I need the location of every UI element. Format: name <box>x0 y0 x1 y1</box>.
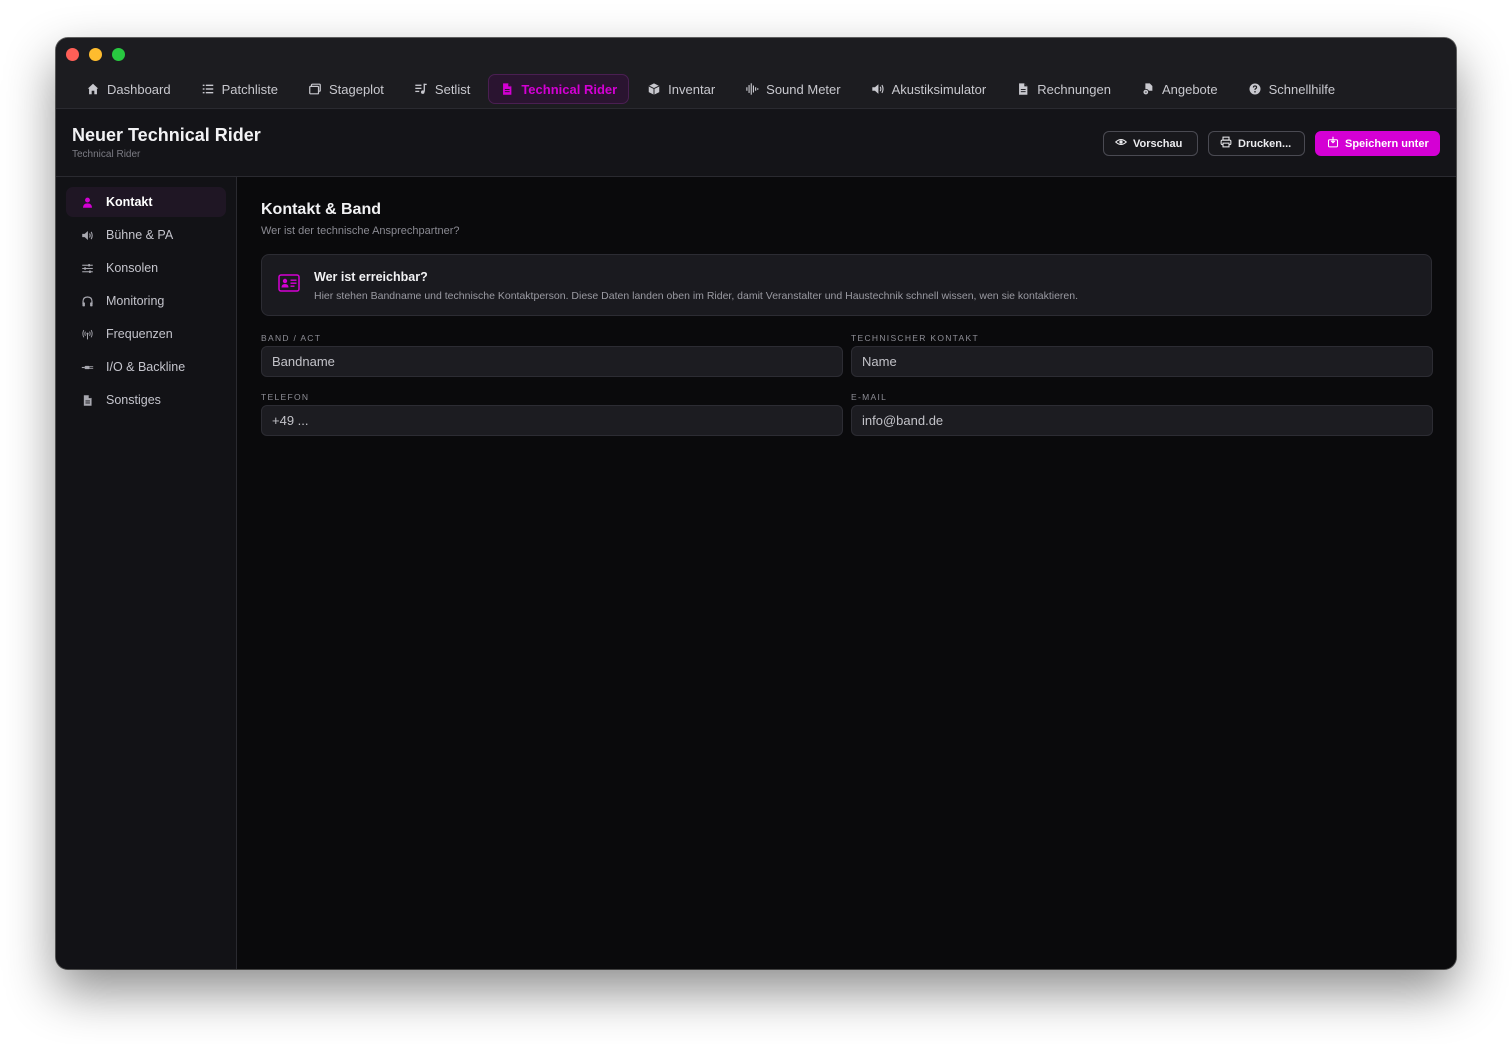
nav-item-sound-meter[interactable]: Sound Meter <box>733 74 852 104</box>
contact-field-label: TECHNISCHER KONTAKT <box>851 333 979 343</box>
speaker-icon <box>80 228 94 242</box>
technical-contact-input[interactable] <box>851 346 1433 377</box>
nav-item-rechnungen[interactable]: Rechnungen <box>1004 74 1123 104</box>
help-icon <box>1248 82 1262 96</box>
sidebar-item-label: Bühne & PA <box>106 228 174 242</box>
band-name-input[interactable] <box>261 346 843 377</box>
sidebar-item-label: Konsolen <box>106 261 159 275</box>
print-button-label: Drucken... <box>1238 137 1292 150</box>
close-window-button[interactable] <box>66 48 79 61</box>
band-field-label: BAND / ACT <box>261 333 322 343</box>
list-icon <box>201 82 215 96</box>
sidebar-item-label: I/O & Backline <box>106 360 186 374</box>
cable-icon <box>80 360 94 374</box>
printer-icon <box>1220 136 1232 151</box>
eye-icon <box>1114 136 1128 151</box>
sidebar-item-konsolen[interactable]: Konsolen <box>66 253 226 283</box>
sidebar-item-label: Monitoring <box>106 294 165 308</box>
document-icon <box>80 393 94 407</box>
sidebar-item-monitoring[interactable]: Monitoring <box>66 286 226 316</box>
zoom-window-button[interactable] <box>112 48 125 61</box>
sidebar-item-sonstiges[interactable]: Sonstiges <box>66 385 226 415</box>
minimize-window-button[interactable] <box>89 48 102 61</box>
save-as-button[interactable]: Speichern unter <box>1315 131 1440 156</box>
offer-icon <box>1141 82 1155 96</box>
section-sidebar: Kontakt Bühne & PA Konsolen Monitoring F… <box>56 177 237 969</box>
home-icon <box>86 82 100 96</box>
save-as-button-label: Speichern unter <box>1345 137 1429 150</box>
nav-item-inventar[interactable]: Inventar <box>635 74 727 104</box>
person-icon <box>80 195 94 209</box>
nav-item-schnellhilfe[interactable]: Schnellhilfe <box>1236 74 1348 104</box>
nav-item-stageplot[interactable]: Stageplot <box>296 74 396 104</box>
top-navigation: Dashboard Patchliste Stageplot Setlist T… <box>56 70 1456 109</box>
contact-card-icon <box>278 274 300 292</box>
sidebar-item-label: Kontakt <box>106 195 153 209</box>
print-button[interactable]: Drucken... <box>1208 131 1305 156</box>
stage-icon <box>308 82 322 96</box>
box-icon <box>647 82 661 96</box>
sidebar-item-label: Sonstiges <box>106 393 161 407</box>
nav-item-label: Akustiksimulator <box>891 81 987 97</box>
speaker-icon <box>871 82 885 96</box>
info-box-text: Hier stehen Bandname und technische Kont… <box>314 290 1079 302</box>
nav-item-label: Dashboard <box>107 81 171 97</box>
invoice-icon <box>1016 82 1030 96</box>
nav-item-patchliste[interactable]: Patchliste <box>189 74 290 104</box>
sidebar-item-frequenzen[interactable]: Frequenzen <box>66 319 226 349</box>
headphones-icon <box>80 294 94 308</box>
section-subtitle: Wer ist der technische Ansprechpartner? <box>261 225 460 237</box>
page-title: Neuer Technical Rider <box>72 125 261 145</box>
info-box: Wer ist erreichbar? Hier stehen Bandname… <box>261 254 1432 316</box>
nav-item-label: Rechnungen <box>1037 81 1111 97</box>
nav-item-akustiksimulator[interactable]: Akustiksimulator <box>859 74 999 104</box>
nav-item-label: Stageplot <box>328 81 384 97</box>
phone-input[interactable] <box>261 405 843 436</box>
music-list-icon <box>414 82 428 96</box>
email-input[interactable] <box>851 405 1433 436</box>
sidebar-item-io-backline[interactable]: I/O & Backline <box>66 352 226 382</box>
page-header: Neuer Technical Rider Technical Rider Vo… <box>56 109 1456 177</box>
nav-item-label: Technical Rider <box>521 81 618 97</box>
nav-item-label: Schnellhilfe <box>1268 81 1336 97</box>
preview-button-label: Vorschau <box>1133 137 1183 150</box>
nav-item-angebote[interactable]: Angebote <box>1129 74 1230 104</box>
antenna-icon <box>80 327 94 341</box>
info-box-title: Wer ist erreichbar? <box>314 270 428 284</box>
sidebar-item-kontakt[interactable]: Kontakt <box>66 187 226 217</box>
page-subtitle: Technical Rider <box>72 149 141 160</box>
nav-item-technical-rider[interactable]: Technical Rider <box>488 74 630 104</box>
document-icon <box>500 82 514 96</box>
nav-item-label: Setlist <box>434 81 471 97</box>
preview-button[interactable]: Vorschau <box>1103 131 1198 156</box>
sliders-icon <box>80 261 94 275</box>
nav-item-label: Angebote <box>1161 81 1218 97</box>
save-icon <box>1327 136 1339 151</box>
waveform-icon <box>745 82 759 96</box>
main-content: Kontakt & Band Wer ist der technische An… <box>237 177 1456 969</box>
section-title: Kontakt & Band <box>261 201 381 218</box>
sidebar-item-buehne-pa[interactable]: Bühne & PA <box>66 220 226 250</box>
nav-item-label: Patchliste <box>221 81 278 97</box>
nav-item-label: Sound Meter <box>766 81 841 97</box>
nav-item-dashboard[interactable]: Dashboard <box>74 74 183 104</box>
app-window: Dashboard Patchliste Stageplot Setlist T… <box>56 38 1456 969</box>
sidebar-item-label: Frequenzen <box>106 327 173 341</box>
phone-field-label: TELEFON <box>261 392 310 402</box>
nav-item-setlist[interactable]: Setlist <box>402 74 482 104</box>
title-bar <box>56 38 1456 70</box>
nav-item-label: Inventar <box>668 81 716 97</box>
email-field-label: E-MAIL <box>851 392 888 402</box>
